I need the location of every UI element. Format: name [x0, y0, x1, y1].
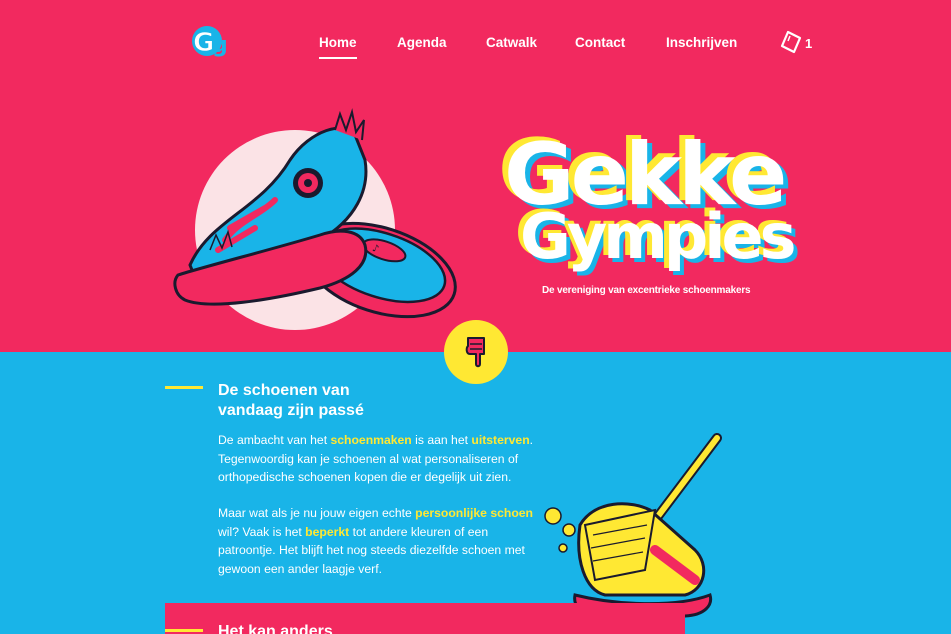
title-gympies: Gympies [520, 200, 796, 273]
sneakers-illustration: ♪ [173, 108, 457, 330]
intro-paragraph-2: Maar wat als je nu jouw eigen echte pers… [218, 506, 534, 576]
highlight-schoenmaken: schoenmaken [330, 433, 412, 447]
ticket-count: 1 [805, 36, 813, 51]
card-heading: Het kan anders [218, 623, 333, 634]
heading-line-2: vandaag zijn passé [218, 402, 364, 419]
nav-inschrijven[interactable]: Inschrijven [666, 35, 737, 50]
heading-line-1: De schoenen van [218, 382, 350, 399]
highlight-persoonlijke-schoen: persoonlijke schoen [415, 506, 534, 520]
nav-agenda[interactable]: Agenda [397, 35, 447, 50]
next-section-card: Het kan anders [165, 603, 685, 634]
highlight-beperkt: beperkt [305, 524, 350, 539]
ticket-icon[interactable] [780, 30, 804, 54]
highlight-uitsterven: uitsterven [471, 433, 530, 447]
intro-paragraph-1: De ambacht van het schoenmaken is aan he… [218, 433, 534, 485]
shoe-cleaning-illustration [544, 433, 722, 618]
hero-section: G g Home Agenda Catwalk Contact Inschrij… [0, 0, 951, 352]
section-accent-line [165, 386, 203, 389]
nav-catwalk[interactable]: Catwalk [486, 35, 537, 50]
card-accent-line [165, 629, 203, 632]
scroll-down-button[interactable] [444, 320, 508, 384]
pointing-hand-icon [465, 337, 485, 368]
hero-subtitle: De vereniging van excentrieke schoenmake… [542, 285, 751, 296]
nav-home[interactable]: Home [319, 35, 357, 59]
nav-contact[interactable]: Contact [575, 35, 625, 50]
section-heading: De schoenen van vandaag zijn passé [218, 381, 478, 421]
hero-title: Gekke Gympies [480, 122, 800, 272]
